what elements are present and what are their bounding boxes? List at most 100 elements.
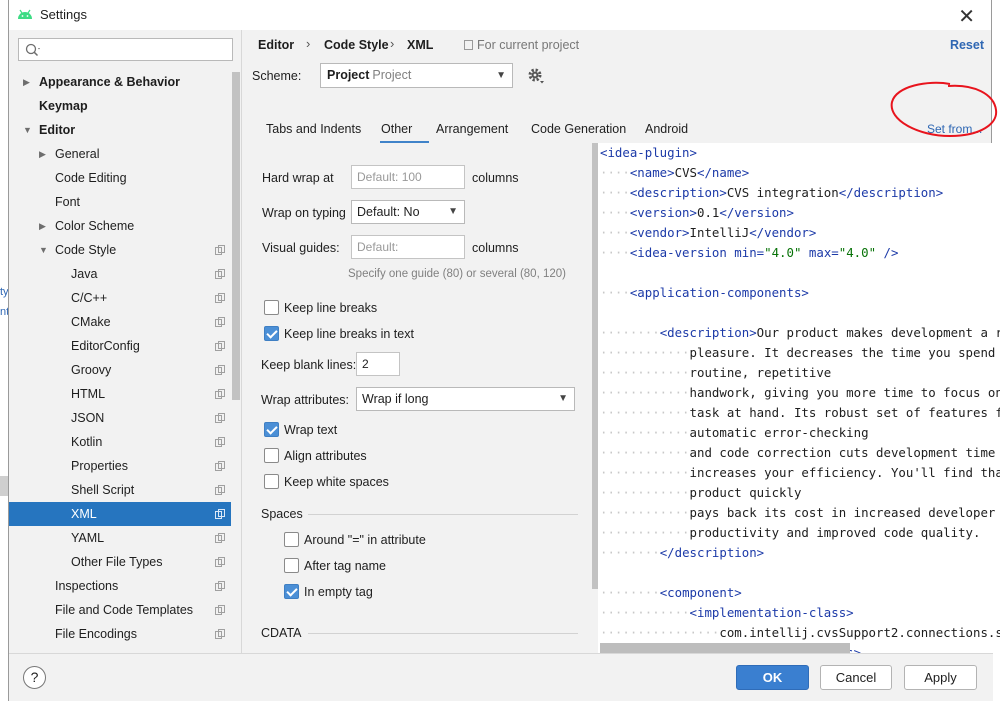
code-token: CVS: [674, 165, 697, 180]
code-line: ····<name>CVS</name>: [600, 163, 1000, 183]
sidebar-item[interactable]: HTML: [9, 382, 231, 406]
copy-icon: [215, 461, 225, 471]
keep-white-spaces-checkbox[interactable]: [264, 474, 279, 489]
code-line: ····<application-components>: [600, 283, 1000, 303]
copy-icon: [215, 629, 225, 639]
around-eq-checkbox[interactable]: [284, 532, 299, 547]
sidebar-scrollbar[interactable]: [232, 72, 240, 400]
wrap-on-typing-label: Wrap on typing: [262, 206, 346, 220]
code-token: IntelliJ: [689, 225, 750, 240]
code-style-tabs: Tabs and Indents Other Arrangement Code …: [242, 112, 993, 144]
sidebar-item[interactable]: Code Editing: [9, 166, 231, 190]
sidebar-item-label: General: [55, 147, 100, 161]
code-token: product quickly: [689, 485, 802, 500]
sidebar-item[interactable]: Font: [9, 190, 231, 214]
breadcrumb-code-style[interactable]: Code Style: [324, 38, 389, 52]
window-title: Settings: [40, 7, 87, 22]
chevron-down-icon: ▼: [496, 70, 506, 81]
copy-icon: [215, 389, 225, 399]
hard-wrap-field[interactable]: Default: 100: [351, 165, 465, 189]
keep-blank-lines-field[interactable]: 2: [356, 352, 400, 376]
code-token: ····: [600, 245, 630, 260]
align-attributes-checkbox[interactable]: [264, 448, 279, 463]
tab-arrangement[interactable]: Arrangement: [436, 122, 508, 136]
sidebar-item-label: File Encodings: [55, 627, 137, 641]
search-input[interactable]: [18, 38, 233, 61]
chevron-right-icon[interactable]: ▶: [39, 214, 46, 238]
code-line: <idea-plugin>: [600, 143, 1000, 163]
wrap-text-checkbox[interactable]: [264, 422, 279, 437]
tab-other[interactable]: Other: [381, 122, 412, 136]
code-token: <description>: [659, 325, 757, 340]
wrap-attributes-label: Wrap attributes:: [261, 393, 350, 407]
sidebar-item-label: YAML: [71, 531, 105, 545]
sidebar-item[interactable]: JSON: [9, 406, 231, 430]
sidebar-item[interactable]: Other File Types: [9, 550, 231, 574]
in-empty-tag-checkbox[interactable]: [284, 584, 299, 599]
visual-guides-field[interactable]: Default:: [351, 235, 465, 259]
sidebar-item[interactable]: File and Code Templates: [9, 598, 231, 622]
code-token: </description>: [659, 545, 765, 560]
sidebar-item[interactable]: ▶ General: [9, 142, 231, 166]
sidebar-item[interactable]: Properties: [9, 454, 231, 478]
sidebar-item[interactable]: Groovy: [9, 358, 231, 382]
sidebar-item-label: Editor: [39, 123, 76, 137]
sidebar-item[interactable]: Shell Script: [9, 478, 231, 502]
code-line: ············product quickly: [600, 483, 1000, 503]
chevron-right-icon[interactable]: ▶: [23, 70, 30, 94]
sidebar-item-label: Appearance & Behavior: [39, 75, 181, 89]
sidebar-item[interactable]: File Encodings: [9, 622, 231, 646]
wrap-attributes-dropdown[interactable]: Wrap if long ▼: [356, 387, 575, 411]
sidebar-item[interactable]: EditorConfig: [9, 334, 231, 358]
code-token: 0.1: [696, 205, 720, 220]
code-preview[interactable]: <idea-plugin> ····<name>CVS</name> ···· <de…: [598, 143, 1000, 653]
sidebar-item[interactable]: YAML: [9, 526, 231, 550]
code-token: ········: [600, 325, 660, 340]
apply-button[interactable]: Apply: [904, 665, 977, 690]
wrap-on-typing-dropdown[interactable]: Default: No ▼: [351, 200, 465, 224]
android-icon: [18, 9, 32, 19]
sidebar-item-label: Keymap: [39, 99, 88, 113]
keep-line-breaks-checkbox[interactable]: [264, 300, 279, 315]
cancel-button[interactable]: Cancel: [820, 665, 892, 690]
sidebar-item[interactable]: Inspections: [9, 574, 231, 598]
copy-icon: [215, 533, 225, 543]
preview-horizontal-scrollbar[interactable]: [600, 643, 850, 653]
code-token: ····: [600, 185, 630, 200]
chevron-right-icon[interactable]: ▶: [39, 142, 46, 166]
sidebar-item[interactable]: ▼ Code Style: [9, 238, 231, 262]
code-token: CVS integration: [726, 185, 839, 200]
sidebar-item[interactable]: CMake: [9, 310, 231, 334]
help-button[interactable]: ?: [23, 666, 46, 689]
tab-code-generation[interactable]: Code Generation: [531, 122, 626, 136]
code-token: min=: [734, 245, 765, 260]
code-token: com.intellij.cvsSupport2.connections.ssh: [719, 625, 1000, 640]
gear-icon[interactable]: [527, 67, 545, 85]
code-token: ············: [600, 505, 690, 520]
code-token: Our product makes development a real: [756, 325, 1000, 340]
sidebar-item[interactable]: Keymap: [9, 94, 231, 118]
sidebar-item[interactable]: C/C++: [9, 286, 231, 310]
tab-android[interactable]: Android: [645, 122, 688, 136]
ok-button[interactable]: OK: [736, 665, 809, 690]
scheme-dropdown[interactable]: Project Project ▼: [320, 63, 513, 88]
settings-sidebar: ▶ Appearance & Behavior Keymap ▼ Editor ▶ Gene…: [9, 30, 242, 653]
sidebar-item[interactable]: ▶ Color Scheme: [9, 214, 231, 238]
sidebar-item[interactable]: Kotlin: [9, 430, 231, 454]
reset-link[interactable]: Reset: [950, 38, 984, 52]
keep-line-breaks-in-text-checkbox[interactable]: [264, 326, 279, 341]
chevron-down-icon[interactable]: ▼: [23, 118, 32, 142]
sidebar-item-label: Shell Script: [71, 483, 135, 497]
sidebar-item[interactable]: XML: [9, 502, 231, 526]
chevron-down-icon[interactable]: ▼: [39, 238, 48, 262]
sidebar-item[interactable]: Java: [9, 262, 231, 286]
tab-tabs-and-indents[interactable]: Tabs and Indents: [266, 122, 361, 136]
after-tag-name-checkbox[interactable]: [284, 558, 299, 573]
copy-icon: [215, 293, 225, 303]
sidebar-item[interactable]: ▶ Appearance & Behavior: [9, 70, 231, 94]
sidebar-item[interactable]: ▼ Editor: [9, 118, 231, 142]
code-token: </description>: [838, 185, 944, 200]
breadcrumb-editor[interactable]: Editor: [258, 38, 294, 52]
close-icon[interactable]: ✕: [958, 4, 975, 29]
code-token: <version>: [629, 205, 697, 220]
